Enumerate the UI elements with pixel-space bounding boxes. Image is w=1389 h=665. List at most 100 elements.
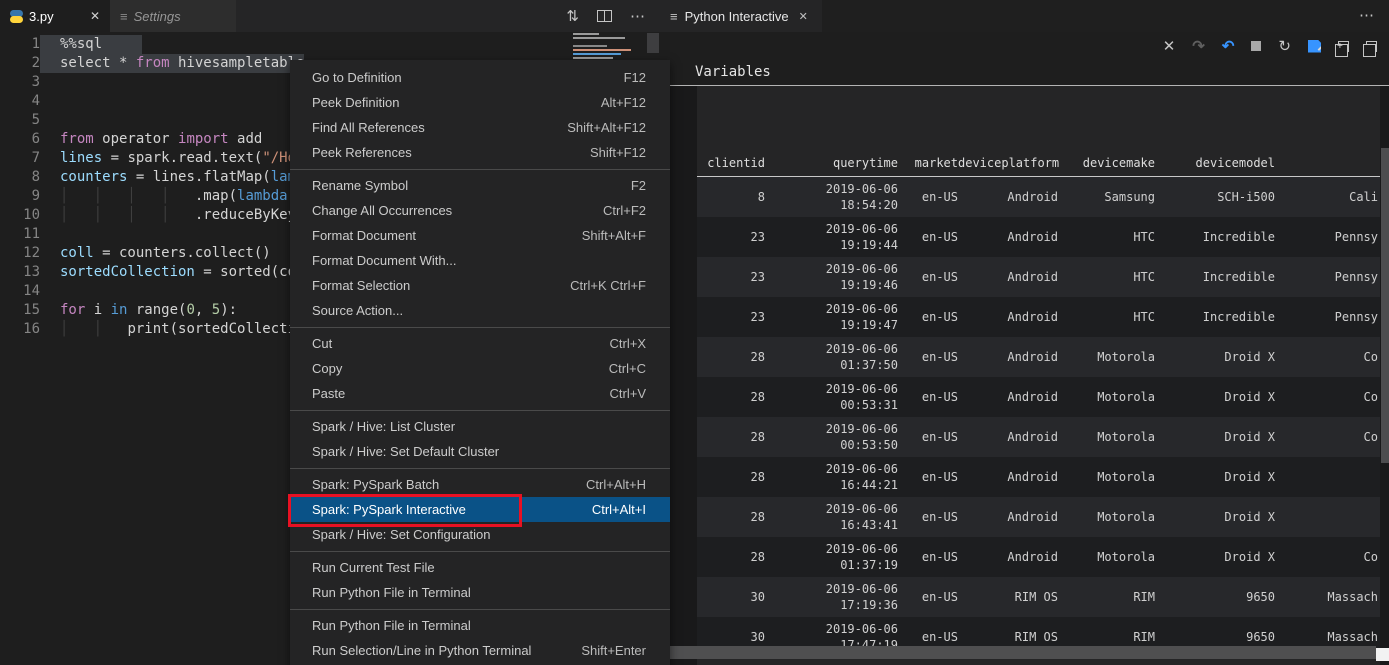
menu-item-format-selection[interactable]: Format SelectionCtrl+K Ctrl+F — [290, 273, 670, 298]
menu-item-source-action[interactable]: Source Action... — [290, 298, 670, 323]
export-notebook-icon[interactable] — [1338, 41, 1349, 52]
minimap-line — [573, 45, 607, 47]
table-row[interactable]: 82019-06-0618:54:20en-USAndroidSamsungSC… — [697, 177, 1380, 217]
copy-icon[interactable] — [1366, 41, 1377, 52]
line-number: 10 — [0, 206, 40, 225]
vertical-scrollbar[interactable] — [1381, 148, 1389, 463]
editor-tab-bar: 3.py ✕ ≡ Settings ⇅ ⋯ — [0, 0, 660, 32]
menu-item-go-to-definition[interactable]: Go to DefinitionF12 — [290, 65, 670, 90]
token: coll — [60, 245, 94, 261]
cell-devicemodel: SCH-i500 — [1155, 177, 1275, 217]
menu-item-format-document-with[interactable]: Format Document With... — [290, 248, 670, 273]
code-line[interactable]: 1%%sql — [0, 35, 660, 54]
cell-devicemake: Motorola — [1058, 417, 1155, 457]
menu-item-shortcut: Ctrl+C — [609, 361, 646, 376]
menu-item-run-selection-line-in-python-terminal[interactable]: Run Selection/Line in Python TerminalShi… — [290, 638, 670, 663]
menu-item-peek-definition[interactable]: Peek DefinitionAlt+F12 — [290, 90, 670, 115]
table-row[interactable]: 232019-06-0619:19:44en-USAndroidHTCIncre… — [697, 217, 1380, 257]
sync-changes-icon[interactable]: ⇅ — [566, 7, 579, 25]
cell-market: en-US — [898, 457, 958, 497]
line-number: 1 — [0, 35, 40, 54]
interrupt-icon[interactable] — [1251, 41, 1261, 51]
table-row[interactable]: 282019-06-0600:53:50en-USAndroidMotorola… — [697, 417, 1380, 457]
cell-querytime: 2019-06-0616:43:41 — [765, 497, 898, 537]
menu-item-copy[interactable]: CopyCtrl+C — [290, 356, 670, 381]
table-row[interactable]: 282019-06-0601:37:19en-USAndroidMotorola… — [697, 537, 1380, 577]
more-actions-icon[interactable]: ⋯ — [1359, 0, 1389, 32]
horizontal-scrollbar[interactable] — [668, 646, 1376, 659]
variables-header[interactable]: Variables — [660, 60, 1389, 80]
table-row[interactable]: 282019-06-0600:53:31en-USAndroidMotorola… — [697, 377, 1380, 417]
cell-clientid: 8 — [697, 177, 765, 217]
close-icon[interactable]: ✕ — [799, 10, 808, 23]
menu-item-find-all-references[interactable]: Find All ReferencesShift+Alt+F12 — [290, 115, 670, 140]
menu-item-spark-pyspark-batch[interactable]: Spark: PySpark BatchCtrl+Alt+H — [290, 472, 670, 497]
cell-devicemake: Samsung — [1058, 177, 1155, 217]
menu-separator — [290, 169, 670, 170]
editor-scrollbar[interactable] — [647, 33, 659, 53]
undo-icon[interactable]: ↶ — [1222, 39, 1235, 54]
cell-market: en-US — [898, 377, 958, 417]
token: operator — [94, 131, 178, 147]
tab-python-interactive[interactable]: ≡ Python Interactive ✕ — [660, 0, 822, 32]
redo-icon[interactable]: ↷ — [1192, 39, 1205, 54]
menu-item-spark-hive-set-configuration[interactable]: Spark / Hive: Set Configuration — [290, 522, 670, 547]
token: ): — [220, 302, 237, 318]
menu-item-run-python-file-in-terminal[interactable]: Run Python File in Terminal — [290, 580, 670, 605]
menu-item-spark-hive-list-cluster[interactable]: Spark / Hive: List Cluster — [290, 414, 670, 439]
split-editor-icon[interactable] — [597, 10, 612, 22]
table-row[interactable]: 302019-06-0617:19:36en-USRIM OSRIM9650Ma… — [697, 577, 1380, 617]
line-number: 11 — [0, 225, 40, 244]
table-body: 82019-06-0618:54:20en-USAndroidSamsungSC… — [697, 177, 1380, 665]
token: add — [229, 131, 263, 147]
cell-devicemake: Motorola — [1058, 537, 1155, 577]
cell-devicemodel: Droid X — [1155, 417, 1275, 457]
menu-item-rename-symbol[interactable]: Rename SymbolF2 — [290, 173, 670, 198]
menu-item-change-all-occurrences[interactable]: Change All OccurrencesCtrl+F2 — [290, 198, 670, 223]
menu-item-cut[interactable]: CutCtrl+X — [290, 331, 670, 356]
token: 0 — [186, 302, 194, 318]
cell-clientid: 28 — [697, 337, 765, 377]
table-row[interactable]: 282019-06-0601:37:50en-USAndroidMotorola… — [697, 337, 1380, 377]
table-row[interactable]: 282019-06-0616:43:41en-USAndroidMotorola… — [697, 497, 1380, 537]
code-text: sortedCollection = sorted(co — [40, 263, 296, 282]
cell-market: en-US — [898, 217, 958, 257]
menu-item-label: Paste — [312, 386, 345, 401]
menu-item-paste[interactable]: PasteCtrl+V — [290, 381, 670, 406]
token: from — [60, 131, 94, 147]
table-row[interactable]: 232019-06-0619:19:47en-USAndroidHTCIncre… — [697, 297, 1380, 337]
menu-item-run-current-test-file[interactable]: Run Current Test File — [290, 555, 670, 580]
token: = spark.read.text( — [102, 150, 262, 166]
cell-devicemodel: Incredible — [1155, 257, 1275, 297]
more-actions-icon[interactable]: ⋯ — [630, 7, 646, 25]
tab-label: 3.py — [29, 9, 54, 24]
tab-settings[interactable]: ≡ Settings — [110, 0, 236, 32]
table-row[interactable]: 232019-06-0619:19:46en-USAndroidHTCIncre… — [697, 257, 1380, 297]
restart-kernel-icon[interactable]: ↻ — [1278, 39, 1291, 54]
menu-item-format-document[interactable]: Format DocumentShift+Alt+F — [290, 223, 670, 248]
close-icon[interactable]: ✕ — [90, 9, 100, 23]
code-text — [40, 225, 60, 244]
menu-item-peek-references[interactable]: Peek ReferencesShift+F12 — [290, 140, 670, 165]
token: lines — [60, 150, 102, 166]
cell-deviceplatform: Android — [958, 337, 1058, 377]
menu-item-label: Source Action... — [312, 303, 403, 318]
code-text: %%sql — [40, 35, 142, 54]
menu-item-spark-pyspark-interactive[interactable]: Spark: PySpark InteractiveCtrl+Alt+I — [290, 497, 670, 522]
code-text: for i in range(0, 5): — [40, 301, 237, 320]
cell-clientid: 23 — [697, 217, 765, 257]
table-row[interactable]: 282019-06-0616:44:21en-USAndroidMotorola… — [697, 457, 1380, 497]
code-text: counters = lines.flatMap(lam — [40, 168, 296, 187]
cell-market: en-US — [898, 417, 958, 457]
menu-item-run-python-file-in-terminal[interactable]: Run Python File in Terminal — [290, 613, 670, 638]
menu-item-label: Peek References — [312, 145, 412, 160]
cell-market: en-US — [898, 257, 958, 297]
minimap[interactable] — [573, 33, 645, 60]
save-icon[interactable] — [1308, 40, 1321, 53]
column-header-devicemodel: devicemodel — [1155, 156, 1275, 170]
close-icon[interactable]: ✕ — [1163, 39, 1176, 54]
list-icon: ≡ — [670, 9, 678, 24]
menu-item-spark-hive-set-default-cluster[interactable]: Spark / Hive: Set Default Cluster — [290, 439, 670, 464]
tab-3py[interactable]: 3.py ✕ — [0, 0, 110, 32]
token: │ │ │ │ — [60, 188, 195, 204]
